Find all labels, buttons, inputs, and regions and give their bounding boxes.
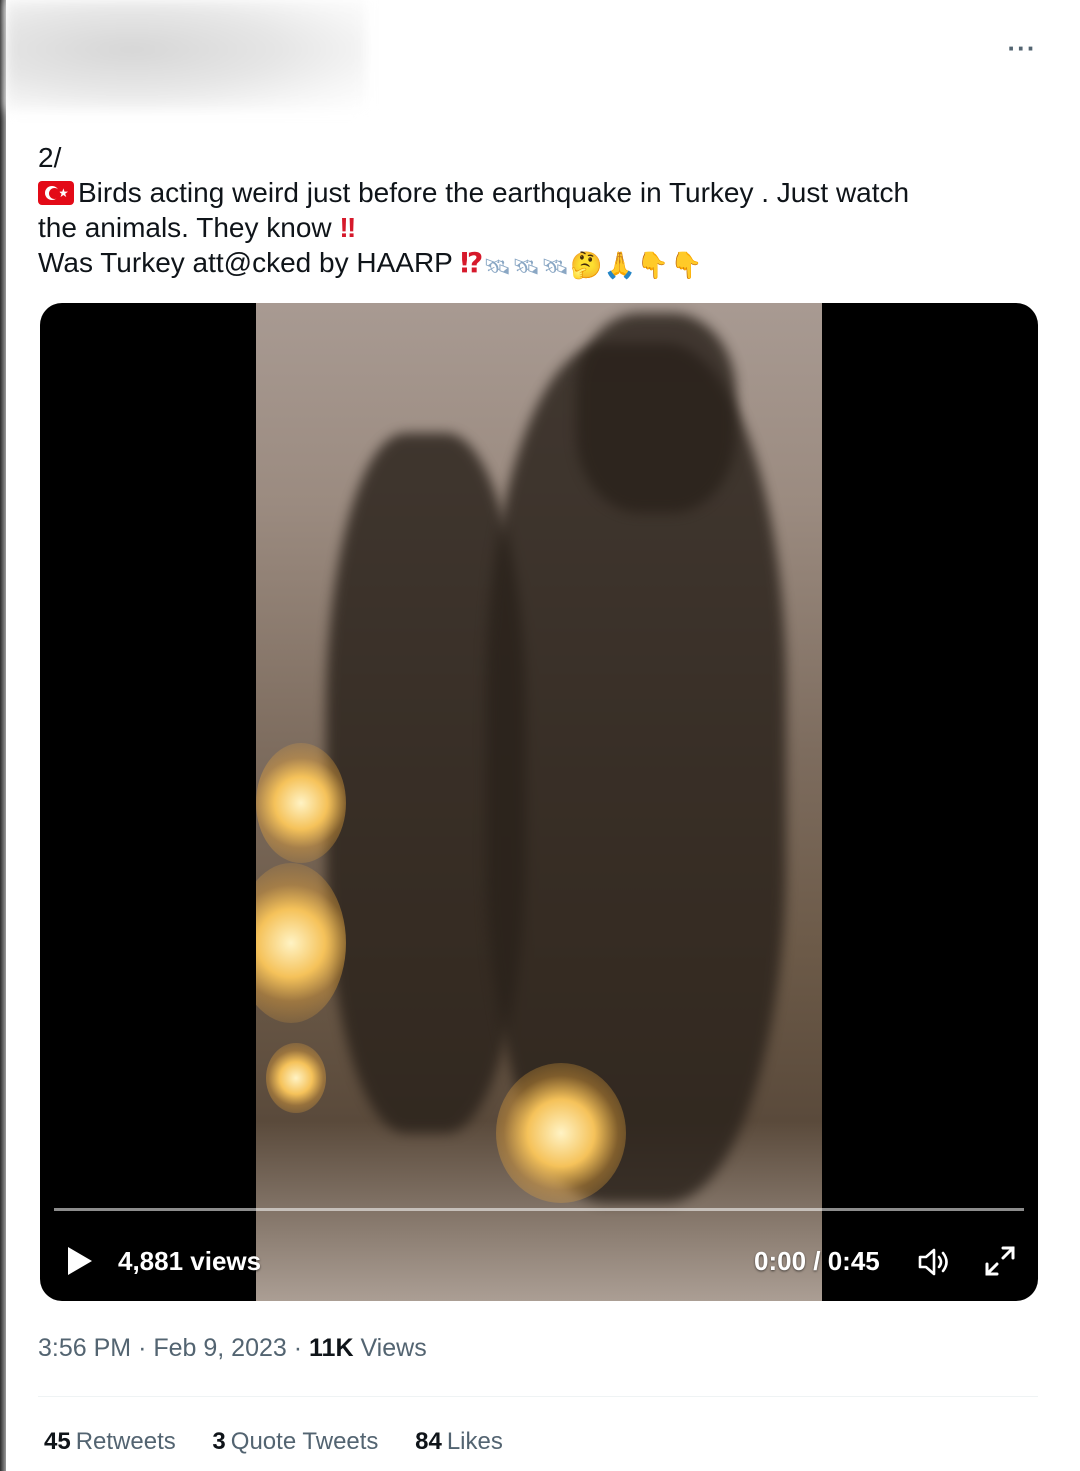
likes-stat[interactable]: 84 Likes [415, 1428, 503, 1456]
volume-icon[interactable] [916, 1245, 952, 1279]
screen-edge [0, 0, 6, 1471]
folded-hands-icon: 🙏 [603, 250, 636, 280]
video-progress-bar[interactable] [54, 1208, 1024, 1211]
tweet-line-3: Was Turkey att@cked by HAARP ⁉🛰🛰🛰🤔🙏👇👇 [38, 245, 1038, 284]
tweet-line-2: the animals. They know ‼ [38, 212, 357, 243]
blurred-author-header [6, 0, 366, 110]
satellite-icon: 🛰 [483, 254, 512, 279]
video-views: 4,881 views [118, 1246, 262, 1276]
tweet-views-label: Views [360, 1334, 427, 1362]
point-down-icon: 👇 [636, 250, 670, 280]
exclamation-question-icon: ⁉ [460, 247, 484, 278]
video-player[interactable]: 4,881 views 0:00 / 0:45 [40, 303, 1038, 1301]
thinking-face-icon: 🤔 [570, 250, 603, 280]
tweet-text: 2/ ★ Birds acting weird just before the e… [38, 140, 1038, 284]
quote-tweets-stat[interactable]: 3 Quote Tweets [212, 1428, 378, 1456]
tweet-timestamp: 3:56 PM · Feb 9, 2023 · 11K Views [38, 1334, 427, 1362]
satellite-icon: 🛰 [541, 254, 570, 279]
thread-index: 2/ [38, 142, 62, 173]
turkey-flag-icon: ★ [38, 181, 74, 205]
tweet-date[interactable]: Feb 9, 2023 [153, 1334, 286, 1362]
engagement-stats: 45 Retweets 3 Quote Tweets 84 Likes [44, 1428, 533, 1456]
tweet-views-count: 11K [309, 1334, 354, 1362]
retweets-stat[interactable]: 45 Retweets [44, 1428, 176, 1456]
tweet-line-1: ★ Birds acting weird just before the eart… [38, 175, 1038, 210]
video-frame [256, 303, 822, 1301]
play-icon[interactable] [64, 1243, 96, 1279]
satellite-icon: 🛰 [512, 254, 541, 279]
more-options-button[interactable]: ··· [1004, 35, 1040, 61]
point-down-icon: 👇 [670, 250, 703, 280]
emoji-row: 🛰🛰🛰🤔🙏👇👇 [483, 247, 703, 280]
fullscreen-icon[interactable] [982, 1243, 1018, 1279]
video-time: 0:00 / 0:45 [754, 1246, 880, 1276]
divider [38, 1396, 1038, 1397]
double-exclamation-icon: ‼ [339, 212, 357, 243]
tweet-time[interactable]: 3:56 PM [38, 1334, 131, 1362]
